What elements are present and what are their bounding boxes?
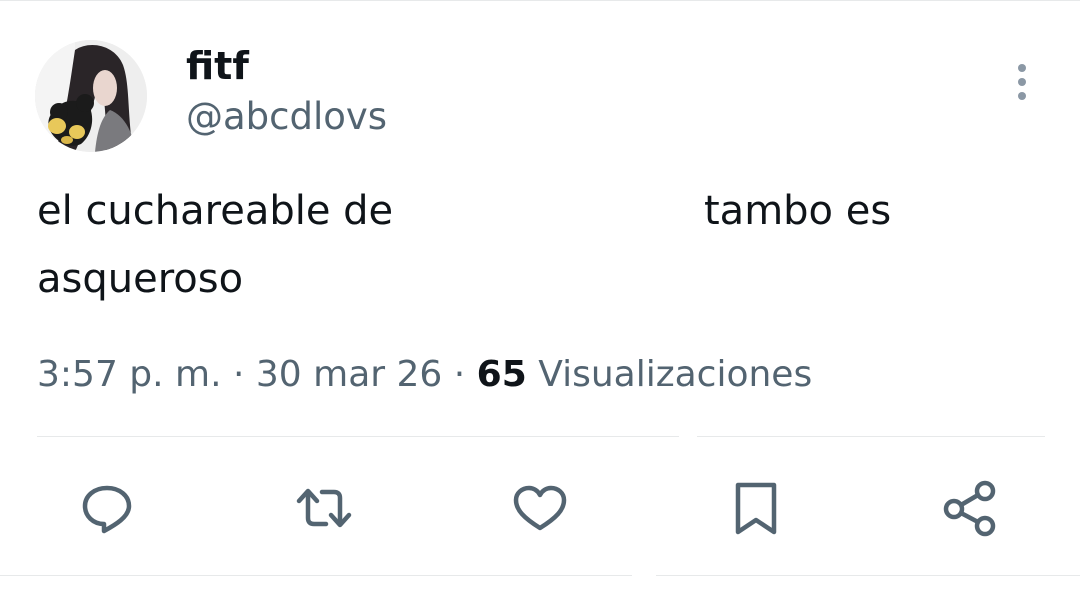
divider — [37, 436, 679, 437]
display-name[interactable]: fitf — [186, 41, 249, 91]
divider — [697, 436, 1045, 437]
user-handle[interactable]: @abcdlovs — [186, 93, 387, 141]
like-button[interactable] — [510, 478, 570, 538]
top-divider — [0, 0, 1080, 1]
reply-icon — [82, 485, 132, 534]
tweet-text-line-1-start: el cuchareable de — [37, 188, 394, 234]
bottom-divider — [656, 575, 1080, 576]
share-button[interactable] — [940, 478, 1000, 538]
share-icon — [943, 480, 996, 537]
bookmark-button[interactable] — [726, 478, 786, 538]
reply-button[interactable] — [77, 478, 137, 538]
tweet-text-line-1-end: tambo es — [704, 188, 892, 234]
bookmark-icon — [735, 482, 777, 535]
retweet-button[interactable] — [294, 478, 354, 538]
views-label-start: Visualiz — [538, 354, 675, 395]
tweet-meta: 3:57 p. m. · 30 mar 26 · 65 Visualizacio… — [37, 350, 812, 400]
tweet-text-line-2: asqueroso — [37, 256, 244, 302]
bottom-divider — [0, 575, 632, 576]
heart-icon — [513, 485, 567, 531]
tweet-time[interactable]: 3:57 p. m. — [37, 354, 222, 395]
views-count[interactable]: 65 — [477, 354, 527, 395]
views-label-end: aciones — [674, 354, 813, 395]
avatar[interactable] — [35, 40, 147, 152]
meta-separator: · — [453, 354, 477, 395]
more-vertical-icon[interactable] — [1002, 60, 1042, 104]
tweet-date[interactable]: 30 mar 26 — [256, 354, 442, 395]
retweet-icon — [296, 488, 352, 528]
meta-separator: · — [233, 354, 256, 395]
